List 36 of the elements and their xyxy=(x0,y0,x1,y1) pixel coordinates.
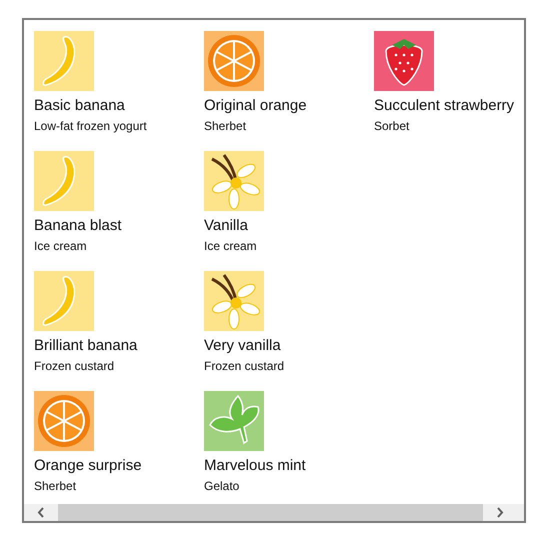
grid-item[interactable]: Very vanilla Frozen custard xyxy=(204,271,374,374)
item-title: Basic banana xyxy=(34,96,125,116)
grid-item[interactable]: Marvelous mint Gelato xyxy=(204,391,374,494)
item-subtitle: Ice cream xyxy=(34,238,87,254)
grid-item[interactable]: Original orange Sherbet xyxy=(204,31,374,134)
banana-icon xyxy=(34,151,94,211)
item-title: Very vanilla xyxy=(204,336,281,356)
citrus-slice-icon xyxy=(34,391,94,451)
item-title: Brilliant banana xyxy=(34,336,138,356)
item-title: Succulent strawberry xyxy=(374,96,514,116)
banana-icon xyxy=(34,31,94,91)
citrus-slice-icon xyxy=(204,31,264,91)
grid-item[interactable]: Brilliant banana Frozen custard xyxy=(34,271,204,374)
item-subtitle: Frozen custard xyxy=(34,358,114,374)
item-subtitle: Sherbet xyxy=(34,478,76,494)
item-subtitle: Ice cream xyxy=(204,238,257,254)
strawberry-icon xyxy=(374,31,434,91)
item-subtitle: Sherbet xyxy=(204,118,246,134)
grid-item[interactable]: Vanilla Ice cream xyxy=(204,151,374,254)
vanilla-flower-icon xyxy=(204,151,264,211)
item-title: Banana blast xyxy=(34,216,122,236)
item-title: Orange surprise xyxy=(34,456,142,476)
grid-item[interactable]: Banana blast Ice cream xyxy=(34,151,204,254)
grid-item[interactable]: Orange surprise Sherbet xyxy=(34,391,204,494)
vanilla-flower-icon xyxy=(204,271,264,331)
leaf-icon xyxy=(204,391,264,451)
item-title: Vanilla xyxy=(204,216,248,236)
item-title: Original orange xyxy=(204,96,307,116)
grid-item[interactable]: Succulent strawberry Sorbet xyxy=(374,31,524,134)
item-title: Marvelous mint xyxy=(204,456,306,476)
grid-item[interactable]: Basic banana Low-fat frozen yogurt xyxy=(34,31,204,134)
banana-icon xyxy=(34,271,94,331)
item-subtitle: Sorbet xyxy=(374,118,410,134)
item-subtitle: Low-fat frozen yogurt xyxy=(34,118,147,134)
item-subtitle: Gelato xyxy=(204,478,240,494)
item-subtitle: Frozen custard xyxy=(204,358,284,374)
